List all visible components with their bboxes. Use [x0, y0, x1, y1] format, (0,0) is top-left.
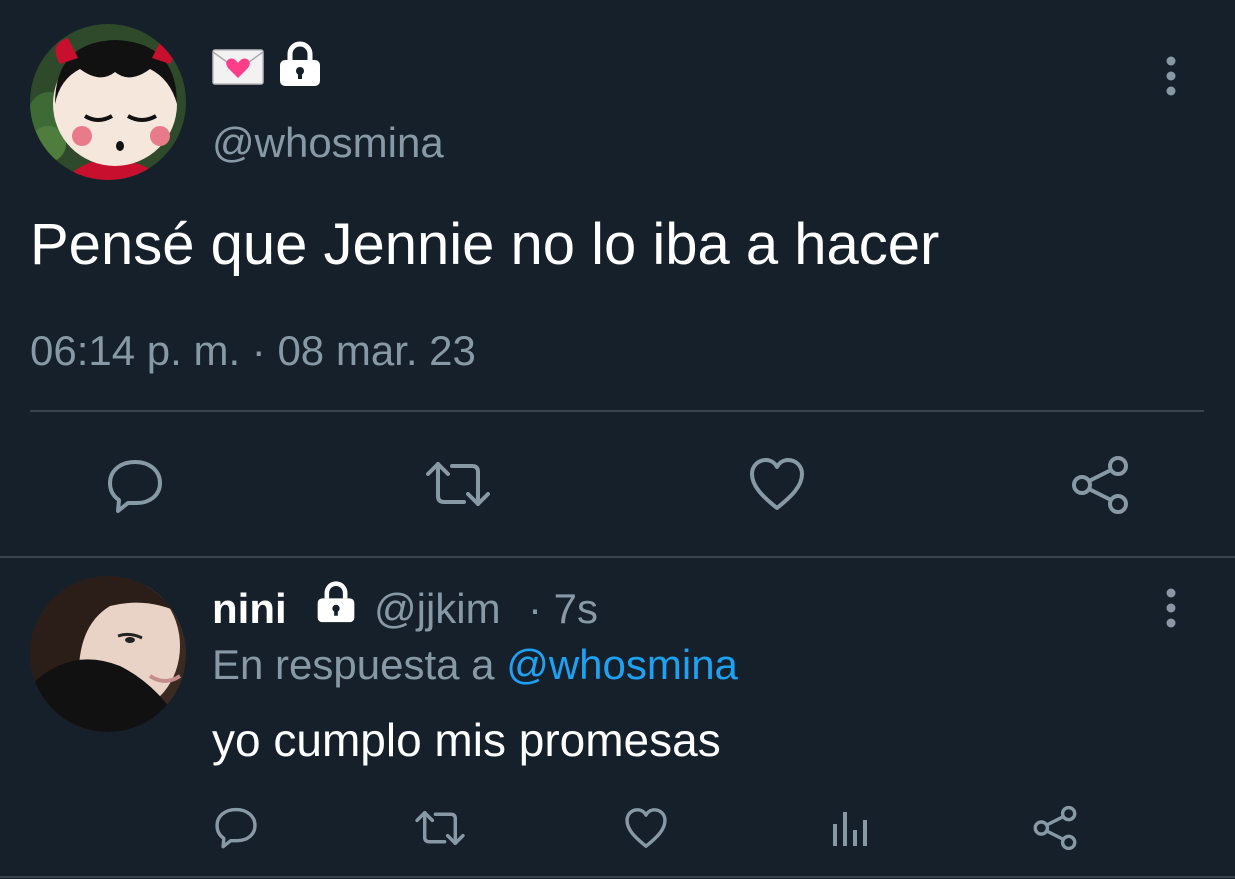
like-icon[interactable] [748, 456, 806, 512]
timestamp[interactable]: 06:14 p. m. · 08 mar. 23 [30, 326, 476, 376]
share-icon[interactable] [1070, 456, 1130, 514]
divider [30, 410, 1204, 412]
retweet-icon[interactable] [424, 456, 492, 512]
reply-handle[interactable]: @jjkim [374, 584, 501, 634]
retweet-icon[interactable] [414, 806, 466, 850]
avatar-jjkim[interactable] [30, 576, 186, 732]
handle[interactable]: @whosmina [212, 118, 444, 168]
like-icon[interactable] [624, 806, 668, 850]
tweet-text: Pensé que Jennie no lo iba a hacer [30, 212, 940, 277]
envelope-heart-emoji [212, 46, 266, 88]
reply-context: En respuesta a @whosmina [212, 640, 738, 690]
reply-time[interactable]: · 7s [528, 584, 598, 634]
reply-to-link[interactable]: @whosmina [506, 641, 738, 688]
views-icon[interactable] [830, 808, 870, 848]
more-options-icon[interactable] [1158, 54, 1184, 98]
bottom-divider [0, 876, 1235, 878]
reply-icon[interactable] [214, 804, 258, 850]
lock-icon [314, 580, 358, 624]
reply-author-name[interactable]: nini [212, 584, 287, 634]
reply-context-prefix: En respuesta a [212, 641, 495, 688]
reply-text: yo cumplo mis promesas [212, 714, 721, 766]
lock-icon [276, 40, 324, 88]
reply-icon[interactable] [106, 456, 164, 514]
avatar-whosmina[interactable] [30, 24, 186, 180]
more-options-icon[interactable] [1158, 586, 1184, 630]
section-divider [0, 556, 1235, 558]
share-icon[interactable] [1032, 806, 1078, 850]
